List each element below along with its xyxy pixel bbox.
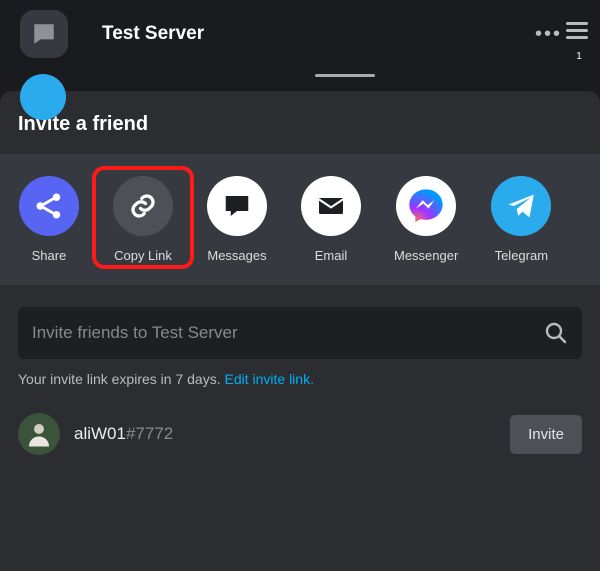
email-icon [315, 190, 347, 222]
share-icon [34, 191, 64, 221]
expire-message: Your invite link expires in 7 days. [18, 371, 224, 387]
messenger-label: Messenger [394, 248, 458, 263]
copy-link-label: Copy Link [114, 248, 172, 263]
messenger-icon [406, 186, 446, 226]
messages-icon [222, 191, 252, 221]
server-name[interactable]: Test Server [102, 23, 511, 45]
server-list-item[interactable] [20, 74, 66, 120]
share-option-messenger[interactable]: Messenger [394, 176, 458, 263]
telegram-icon [504, 189, 538, 223]
server-icon[interactable] [20, 10, 68, 58]
messages-label: Messages [207, 248, 266, 263]
sheet-title: Invite a friend [0, 113, 600, 154]
sheet-handle[interactable] [315, 74, 375, 77]
telegram-label: Telegram [495, 248, 548, 263]
search-placeholder: Invite friends to Test Server [32, 323, 544, 343]
invite-button[interactable]: Invite [510, 415, 582, 454]
chat-bubble-icon [31, 21, 57, 47]
search-icon [544, 321, 568, 345]
user-row: aliW01#7772 Invite [0, 387, 600, 455]
edit-invite-link[interactable]: Edit invite link. [224, 371, 313, 387]
user-name: aliW01#7772 [74, 424, 496, 444]
link-icon [128, 191, 158, 221]
share-option-copy-link[interactable]: Copy Link [112, 176, 174, 263]
expire-text: Your invite link expires in 7 days. Edit… [0, 371, 600, 387]
share-options-row: Share Copy Link Messages [0, 154, 600, 285]
share-option-messages[interactable]: Messages [206, 176, 268, 263]
user-avatar[interactable] [18, 413, 60, 455]
invite-sheet: Invite a friend Share [0, 91, 600, 571]
menu-icon[interactable]: 1 [566, 18, 590, 43]
email-label: Email [315, 248, 348, 263]
search-input[interactable]: Invite friends to Test Server [18, 307, 582, 359]
share-option-share[interactable]: Share [18, 176, 80, 263]
share-option-telegram[interactable]: Telegram [490, 176, 552, 263]
share-option-email[interactable]: Email [300, 176, 362, 263]
notification-badge: 1 [568, 54, 590, 58]
share-label: Share [32, 248, 67, 263]
